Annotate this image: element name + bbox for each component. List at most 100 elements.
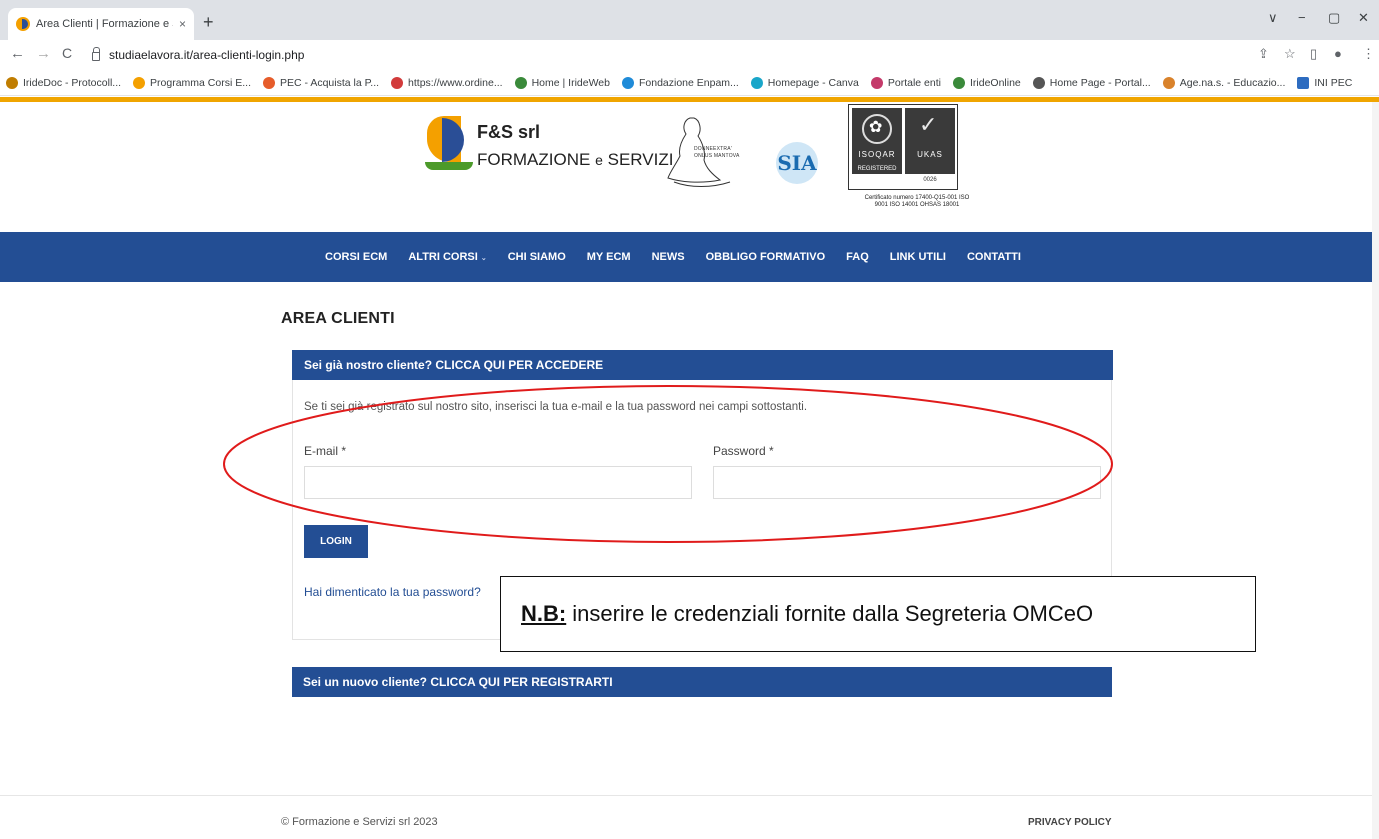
menu-icon[interactable]: ⋮ bbox=[1362, 46, 1375, 62]
email-label: E-mail * bbox=[304, 444, 347, 458]
sia-logo: SIA bbox=[776, 142, 818, 184]
bookmark-label: PEC - Acquista la P... bbox=[280, 76, 380, 89]
url-text: studiaelavora.it/area-clienti-login.php bbox=[109, 48, 305, 62]
nav-item-corsi-ecm[interactable]: CORSI ECM bbox=[325, 251, 387, 263]
browser-tabstrip: Area Clienti | Formazione e Servi × + ∨ … bbox=[0, 0, 1379, 40]
bookmark-star-icon[interactable]: ☆ bbox=[1284, 46, 1296, 62]
bookmark-item[interactable]: Home | IrideWeb bbox=[514, 76, 610, 89]
back-icon[interactable]: ← bbox=[10, 45, 25, 62]
bookmark-favicon-icon bbox=[6, 76, 18, 89]
address-bar[interactable]: studiaelavora.it/area-clienti-login.php bbox=[88, 44, 1238, 66]
bookmark-item[interactable]: PEC - Acquista la P... bbox=[263, 76, 380, 89]
bookmark-label: Age.na.s. - Educazio... bbox=[1179, 76, 1286, 89]
bookmark-favicon-icon bbox=[621, 76, 634, 89]
bookmark-item[interactable]: IrideDoc - Protocoll... bbox=[6, 76, 122, 89]
bookmark-item[interactable]: Portale enti bbox=[870, 76, 941, 89]
main-nav: CORSI ECM ALTRI CORSI ⌄ CHI SIAMO MY ECM … bbox=[0, 232, 1379, 282]
bookmark-favicon-icon bbox=[1162, 76, 1175, 89]
tab-title: Area Clienti | Formazione e Servi bbox=[36, 18, 173, 30]
nav-item-altri-corsi[interactable]: ALTRI CORSI ⌄ bbox=[408, 251, 486, 263]
password-label: Password * bbox=[713, 444, 774, 458]
annotation-label: N.B: bbox=[521, 601, 567, 626]
login-button[interactable]: LOGIN bbox=[304, 525, 368, 558]
bookmark-favicon-icon bbox=[1297, 76, 1310, 89]
bookmark-favicon-icon bbox=[870, 76, 883, 89]
bookmark-label: INI PEC bbox=[1314, 76, 1353, 89]
isoqar-mark: ISOQAR REGISTERED bbox=[852, 108, 902, 174]
bookmark-item[interactable]: Programma Corsi E... bbox=[133, 76, 251, 89]
nav-item-obbligo-formativo[interactable]: OBBLIGO FORMATIVO bbox=[706, 251, 826, 263]
fs-logo[interactable]: F&S srl FORMAZIONE e SERVIZI bbox=[425, 116, 673, 186]
footer-copyright: © Formazione e Servizi srl 2023 bbox=[281, 816, 438, 828]
bookmark-favicon-icon bbox=[263, 76, 275, 89]
bookmark-item[interactable]: IrideOnline bbox=[952, 76, 1021, 89]
bookmark-item[interactable]: Home Page - Portal... bbox=[1032, 76, 1151, 89]
bookmark-label: https://www.ordine... bbox=[408, 76, 503, 89]
forgot-password-link[interactable]: Hai dimenticato la tua password? bbox=[304, 585, 481, 599]
minimize-icon[interactable]: − bbox=[1298, 10, 1306, 25]
bookmark-label: Home Page - Portal... bbox=[1049, 76, 1151, 89]
certification-text: Certificato numero 17400-Q15-001 ISO 900… bbox=[864, 195, 970, 208]
bookmark-favicon-icon bbox=[750, 76, 763, 89]
ukas-mark: ✓ UKAS bbox=[905, 108, 955, 174]
nav-item-link-utili[interactable]: LINK UTILI bbox=[890, 251, 946, 263]
bookmark-label: Home | IrideWeb bbox=[531, 76, 610, 89]
forward-icon[interactable]: → bbox=[36, 45, 51, 62]
bookmark-item[interactable]: Age.na.s. - Educazio... bbox=[1162, 76, 1286, 89]
annotation-text: inserire le credenziali fornite dalla Se… bbox=[572, 601, 1094, 626]
bookmark-label: Portale enti bbox=[887, 76, 941, 89]
fs-logo-subtitle: FORMAZIONE e SERVIZI bbox=[477, 150, 674, 169]
bookmark-label: Fondazione Enpam... bbox=[638, 76, 739, 89]
password-field[interactable] bbox=[713, 466, 1101, 499]
donne-line-2: ONLUS MANTOVA bbox=[694, 153, 740, 159]
flower-icon bbox=[862, 114, 892, 144]
email-field[interactable] bbox=[304, 466, 692, 499]
browser-toolbar: ← → C studiaelavora.it/area-clienti-logi… bbox=[0, 40, 1379, 70]
privacy-policy-link[interactable]: PRIVACY POLICY bbox=[1028, 817, 1112, 828]
annotation-note: N.B: inserire le credenziali fornite dal… bbox=[500, 576, 1256, 652]
bookmark-favicon-icon bbox=[514, 76, 527, 89]
donneextra-logo: DONNEEXTRA' ONLUS MANTOVA bbox=[660, 112, 750, 192]
bookmark-favicon-icon bbox=[1032, 76, 1045, 89]
login-panel-heading[interactable]: Sei già nostro cliente? CLICCA QUI PER A… bbox=[292, 350, 1113, 380]
bookmark-item[interactable]: Fondazione Enpam... bbox=[621, 76, 739, 89]
profile-icon[interactable]: ● bbox=[1334, 46, 1342, 61]
nav-item-news[interactable]: NEWS bbox=[652, 251, 685, 263]
bookmark-label: Programma Corsi E... bbox=[150, 76, 251, 89]
nav-item-my-ecm[interactable]: MY ECM bbox=[587, 251, 631, 263]
page-title: AREA CLIENTI bbox=[281, 310, 395, 327]
nav-item-chi-siamo[interactable]: CHI SIAMO bbox=[508, 251, 566, 263]
nav-item-contatti[interactable]: CONTATTI bbox=[967, 251, 1021, 263]
tab-search-icon[interactable]: ∨ bbox=[1268, 10, 1278, 26]
bookmark-label: IrideOnline bbox=[969, 76, 1021, 89]
browser-tab[interactable]: Area Clienti | Formazione e Servi × bbox=[8, 8, 194, 40]
tab-close-icon[interactable]: × bbox=[179, 17, 186, 31]
chevron-down-icon: ⌄ bbox=[480, 255, 487, 262]
bookmark-favicon-icon bbox=[133, 76, 146, 89]
nav-item-faq[interactable]: FAQ bbox=[846, 251, 869, 263]
bookmarks-bar: IrideDoc - Protocoll... Programma Corsi … bbox=[0, 70, 1379, 96]
donne-line-1: DONNEEXTRA' bbox=[694, 146, 732, 152]
checkmark-icon: ✓ bbox=[919, 112, 938, 137]
bookmark-label: Homepage - Canva bbox=[767, 76, 859, 89]
restore-icon[interactable]: ▢ bbox=[1328, 10, 1340, 26]
site-header: F&S srl FORMAZIONE e SERVIZI DONNEEXTRA'… bbox=[0, 102, 1379, 232]
new-tab-button[interactable]: + bbox=[203, 13, 214, 31]
fs-logo-mark-icon bbox=[425, 116, 473, 174]
bookmark-favicon-icon bbox=[391, 76, 404, 89]
reload-icon[interactable]: C bbox=[62, 45, 72, 61]
close-window-icon[interactable]: ✕ bbox=[1358, 10, 1369, 26]
certification-badge: ISOQAR REGISTERED ✓ UKAS 0026 bbox=[848, 104, 958, 190]
footer-divider bbox=[0, 795, 1379, 796]
cert-number: 0026 bbox=[923, 177, 937, 183]
bookmark-label: IrideDoc - Protocoll... bbox=[23, 76, 122, 89]
bookmark-item[interactable]: https://www.ordine... bbox=[391, 76, 503, 89]
login-description: Se ti sei già registrato sul nostro sito… bbox=[304, 401, 808, 413]
fs-logo-brand: F&S srl bbox=[477, 122, 541, 142]
bookmark-item[interactable]: Homepage - Canva bbox=[750, 76, 859, 89]
side-panel-icon[interactable]: ▯ bbox=[1310, 46, 1317, 62]
bookmark-item[interactable]: INI PEC bbox=[1297, 76, 1353, 89]
share-icon[interactable]: ⇪ bbox=[1258, 46, 1269, 62]
page-scrollbar[interactable] bbox=[1372, 102, 1379, 839]
register-panel-heading[interactable]: Sei un nuovo cliente? CLICCA QUI PER REG… bbox=[292, 667, 1112, 697]
